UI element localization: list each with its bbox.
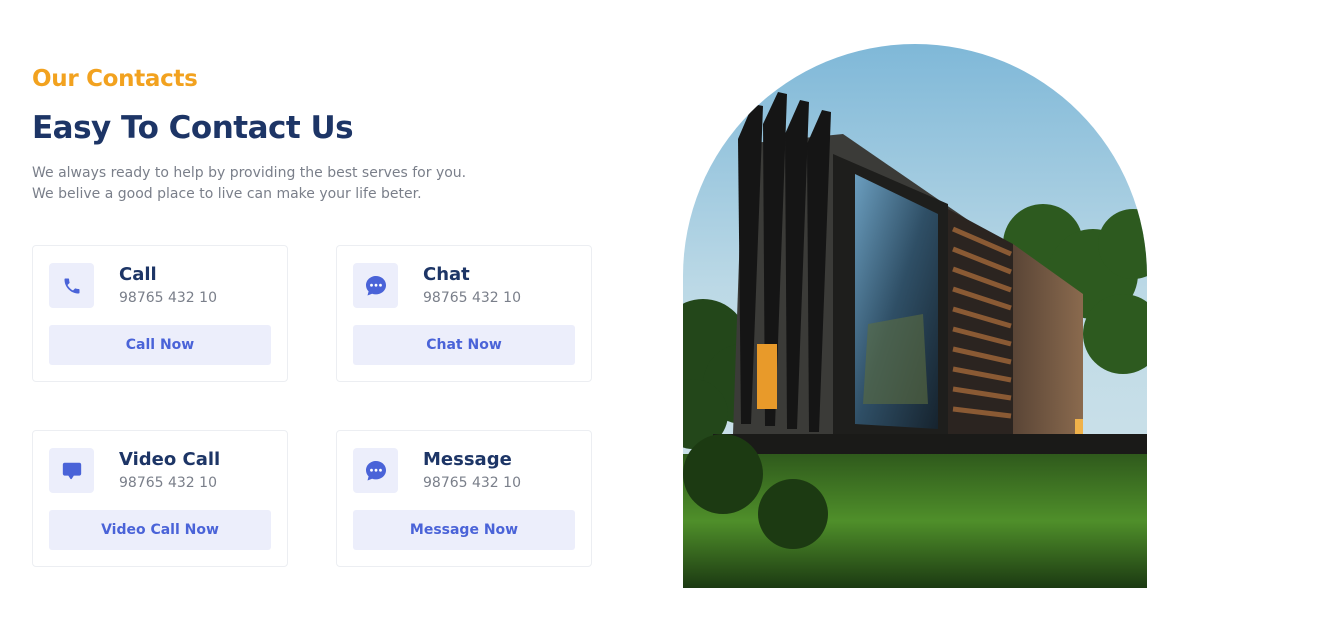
card-phone-number: 98765 432 10 (119, 290, 217, 306)
video-call-now-button[interactable]: Video Call Now (49, 510, 271, 550)
card-title: Call (119, 264, 157, 285)
contact-card-chat: Chat 98765 432 10 Chat Now (336, 245, 592, 382)
contact-card-video-call: Video Call 98765 432 10 Video Call Now (32, 430, 288, 567)
description-line: We belive a good place to live can make … (32, 186, 422, 202)
message-bubble-icon (353, 448, 398, 493)
message-now-button[interactable]: Message Now (353, 510, 575, 550)
call-now-button[interactable]: Call Now (49, 325, 271, 365)
house-photo (683, 44, 1147, 588)
section-description: We always ready to help by providing the… (32, 163, 466, 205)
card-phone-number: 98765 432 10 (119, 475, 217, 491)
video-chat-icon (49, 448, 94, 493)
page-title: Easy To Contact Us (32, 110, 354, 146)
contact-card-message: Message 98765 432 10 Message Now (336, 430, 592, 567)
phone-icon (49, 263, 94, 308)
card-title: Video Call (119, 449, 221, 470)
card-phone-number: 98765 432 10 (423, 475, 521, 491)
chat-now-button[interactable]: Chat Now (353, 325, 575, 365)
description-line: We always ready to help by providing the… (32, 165, 467, 181)
card-title: Chat (423, 264, 470, 285)
card-phone-number: 98765 432 10 (423, 290, 521, 306)
section-eyebrow: Our Contacts (32, 66, 198, 92)
card-title: Message (423, 449, 512, 470)
contact-card-call: Call 98765 432 10 Call Now (32, 245, 288, 382)
chat-bubble-icon (353, 263, 398, 308)
